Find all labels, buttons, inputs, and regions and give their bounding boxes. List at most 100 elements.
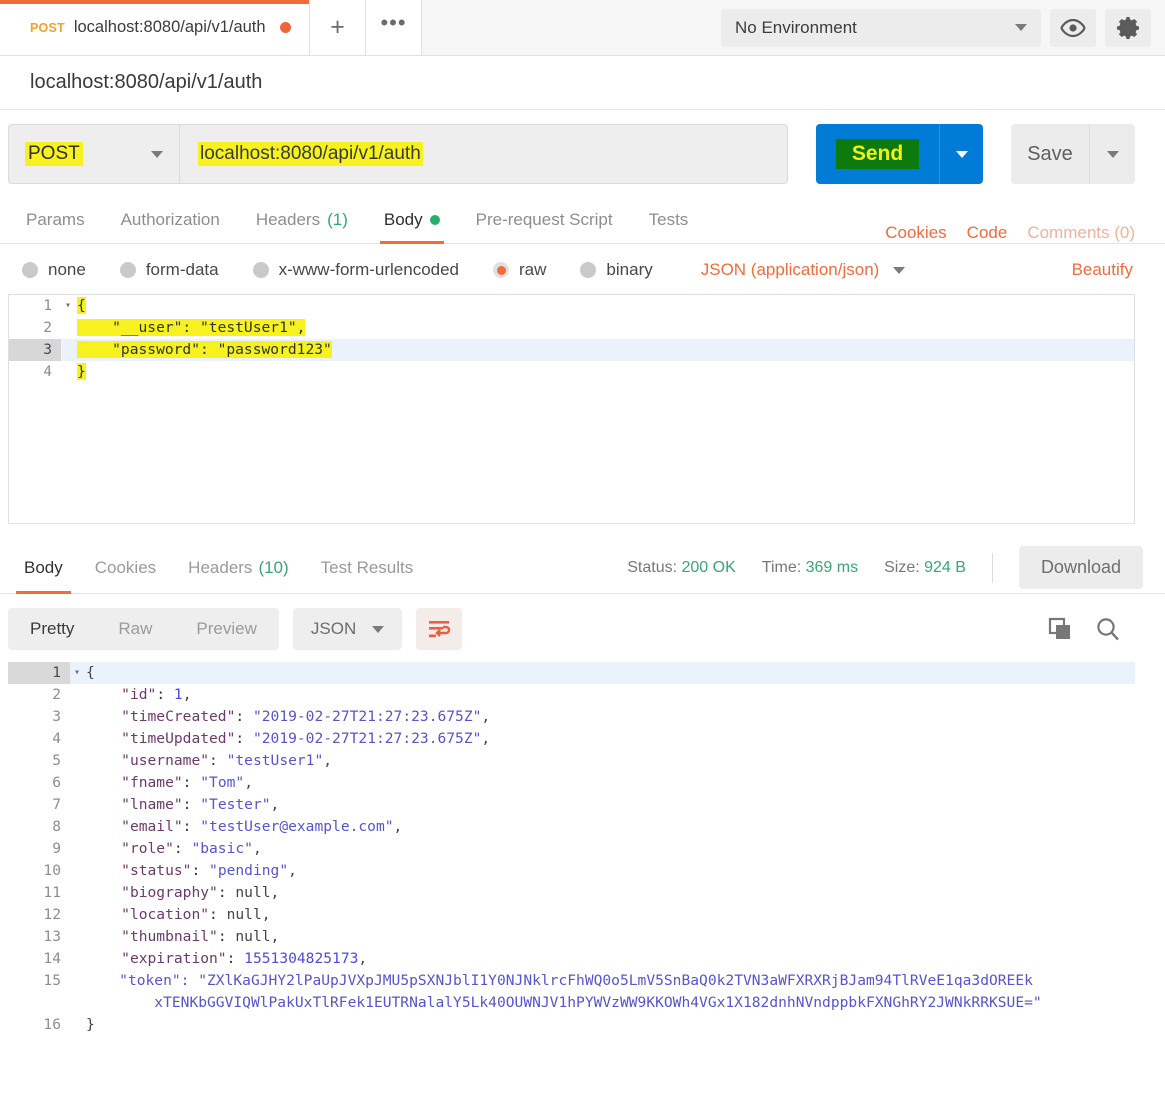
word-wrap-button[interactable] bbox=[416, 608, 463, 650]
request-body-editor[interactable]: 1 ▾ { 2 "__user": "testUser1", 3 "passwo… bbox=[8, 294, 1135, 524]
content-type-label: JSON (application/json) bbox=[700, 260, 880, 279]
settings-button[interactable] bbox=[1105, 8, 1151, 47]
response-meta: Status: 200 OK Time: 369 ms Size: 924 B … bbox=[627, 546, 1157, 589]
send-button[interactable]: Send bbox=[816, 124, 939, 184]
json-key: "timeUpdated" bbox=[121, 730, 236, 747]
body-type-urlencoded[interactable]: x-www-form-urlencoded bbox=[252, 260, 459, 280]
code-text: "email": "testUser@example.com", bbox=[121, 818, 403, 835]
code-line: 8 "email": "testUser@example.com", bbox=[8, 816, 1135, 838]
code-text: { bbox=[86, 664, 95, 681]
json-key: "expiration" bbox=[121, 950, 227, 967]
json-comma: , bbox=[244, 774, 253, 791]
code-line: 3 "password": "password123" bbox=[9, 339, 1134, 361]
radio-icon bbox=[252, 262, 269, 278]
page-title: localhost:8080/api/v1/auth bbox=[30, 71, 263, 93]
download-button[interactable]: Download bbox=[1018, 546, 1143, 589]
code-line: 10 "status": "pending", bbox=[8, 860, 1135, 882]
line-number: 7 bbox=[8, 794, 70, 816]
view-mode-pretty[interactable]: Pretty bbox=[8, 608, 96, 650]
url-input[interactable]: localhost:8080/api/v1/auth bbox=[180, 124, 788, 184]
response-tab-headers-count: (10) bbox=[258, 557, 289, 577]
environment-quick-look-button[interactable] bbox=[1050, 8, 1096, 47]
json-value: null bbox=[235, 884, 271, 901]
body-type-none[interactable]: none bbox=[22, 260, 86, 280]
comments-link[interactable]: Comments (0) bbox=[1027, 223, 1135, 243]
save-button[interactable]: Save bbox=[1011, 124, 1089, 184]
view-mode-raw[interactable]: Raw bbox=[96, 608, 174, 650]
fold-toggle-icon[interactable]: ▾ bbox=[61, 295, 75, 317]
status-meta: Status: 200 OK bbox=[627, 559, 736, 577]
http-method-selector[interactable]: POST bbox=[8, 124, 180, 184]
tab-headers-label: Headers bbox=[255, 210, 321, 229]
fold-toggle-icon[interactable]: ▾ bbox=[70, 662, 84, 684]
send-options-button[interactable] bbox=[939, 124, 983, 184]
code-text: "__user": "testUser1", bbox=[75, 317, 1134, 339]
tab-params[interactable]: Params bbox=[8, 197, 103, 243]
code-text: "username": "testUser1", bbox=[121, 752, 333, 769]
tab-headers[interactable]: Headers (1) bbox=[238, 197, 366, 243]
json-value: null bbox=[235, 928, 271, 945]
search-icon[interactable] bbox=[1095, 616, 1121, 642]
save-options-button[interactable] bbox=[1089, 124, 1135, 184]
new-tab-button[interactable]: + bbox=[310, 0, 366, 55]
code-line: 4 } bbox=[9, 361, 1134, 383]
tab-pre-request-script[interactable]: Pre-request Script bbox=[458, 197, 631, 243]
code-text: } bbox=[86, 1016, 95, 1033]
code-line: 14 "expiration": 1551304825173, bbox=[8, 948, 1135, 970]
json-key: "thumbnail" bbox=[121, 928, 218, 945]
http-method-label: POST bbox=[25, 142, 83, 166]
json-key: "status" bbox=[121, 862, 192, 879]
tab-options-button[interactable]: ••• bbox=[366, 0, 422, 55]
json-comma: , bbox=[270, 796, 280, 813]
tab-body[interactable]: Body bbox=[366, 197, 458, 244]
json-value: "Tester" bbox=[200, 796, 271, 813]
json-comma: , bbox=[270, 884, 280, 901]
response-toolbar: Pretty Raw Preview JSON bbox=[0, 594, 1165, 662]
radio-icon bbox=[22, 262, 38, 278]
size-value: 924 B bbox=[924, 558, 966, 576]
tab-strip: POST localhost:8080/api/v1/auth + ••• No… bbox=[0, 0, 1165, 56]
json-comma: , bbox=[182, 686, 192, 703]
environment-selector[interactable]: No Environment bbox=[721, 8, 1041, 47]
body-type-raw[interactable]: raw bbox=[493, 260, 546, 280]
status-value: 200 OK bbox=[681, 558, 736, 576]
response-tab-body[interactable]: Body bbox=[8, 543, 79, 594]
request-tab[interactable]: POST localhost:8080/api/v1/auth bbox=[0, 0, 310, 55]
code-line: 13 "thumbnail": null, bbox=[8, 926, 1135, 948]
body-type-form-data[interactable]: form-data bbox=[119, 260, 219, 280]
code-text: "token": "ZXlKaGJHY2lPaUpJVXpJMU5pSXNJbl… bbox=[84, 970, 1135, 992]
view-mode-preview[interactable]: Preview bbox=[174, 608, 278, 650]
response-tab-cookies-label: Cookies bbox=[94, 557, 157, 577]
code-line: 1 ▾ { bbox=[9, 295, 1134, 317]
tab-headers-count: (1) bbox=[327, 210, 348, 229]
json-value: "basic" bbox=[191, 840, 253, 857]
status-label: Status: bbox=[627, 558, 678, 576]
json-value: null bbox=[226, 906, 262, 923]
response-body-viewer[interactable]: 1 ▾ { 2 "id": 1, 3 "timeCreated": "2019-… bbox=[8, 662, 1135, 1036]
response-tab-test-results[interactable]: Test Results bbox=[305, 543, 430, 593]
cookies-link[interactable]: Cookies bbox=[885, 223, 946, 243]
code-link[interactable]: Code bbox=[967, 223, 1008, 243]
response-format-selector[interactable]: JSON bbox=[292, 608, 403, 650]
json-value: "2019-02-27T21:27:23.675Z" bbox=[252, 730, 482, 747]
response-tab-cookies[interactable]: Cookies bbox=[79, 543, 172, 593]
tab-authorization[interactable]: Authorization bbox=[103, 197, 238, 243]
json-comma: , bbox=[270, 928, 280, 945]
chevron-down-icon bbox=[372, 625, 385, 633]
json-key: "username" bbox=[121, 752, 210, 769]
beautify-link[interactable]: Beautify bbox=[1072, 260, 1133, 280]
request-tabs-links: Cookies Code Comments (0) bbox=[885, 223, 1157, 243]
line-number: 14 bbox=[8, 948, 70, 970]
json-comma: , bbox=[393, 818, 403, 835]
line-number: 8 bbox=[8, 816, 70, 838]
json-key: "location" bbox=[121, 906, 210, 923]
response-tab-headers[interactable]: Headers (10) bbox=[172, 543, 305, 593]
code-text: "lname": "Tester", bbox=[121, 796, 280, 813]
tab-tests[interactable]: Tests bbox=[631, 197, 707, 243]
copy-icon[interactable] bbox=[1047, 616, 1073, 642]
response-tab-body-label: Body bbox=[24, 557, 63, 577]
postman-window: POST localhost:8080/api/v1/auth + ••• No… bbox=[0, 0, 1165, 1114]
body-type-binary[interactable]: binary bbox=[580, 260, 653, 280]
line-number: 4 bbox=[9, 361, 61, 383]
content-type-selector[interactable]: JSON (application/json) bbox=[701, 260, 906, 280]
